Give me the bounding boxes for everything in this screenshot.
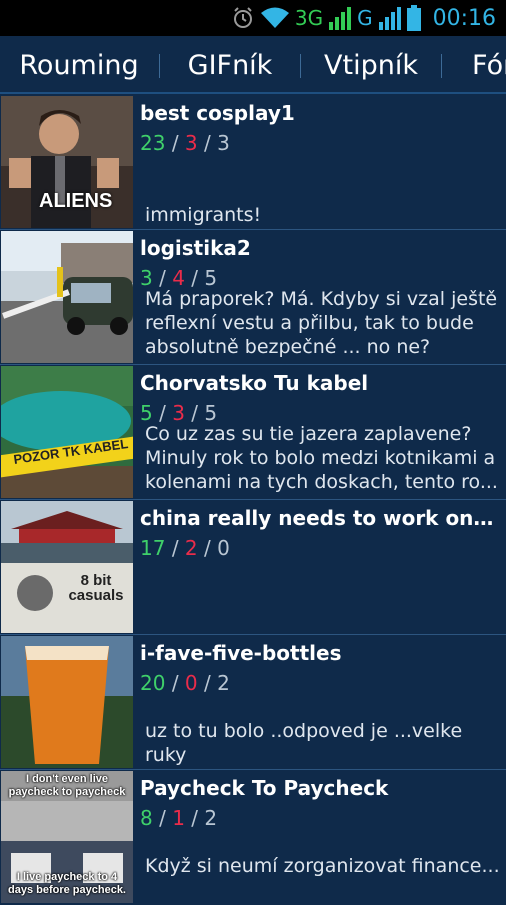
upvote-count: 17	[140, 536, 166, 560]
item-title: i-fave-five-bottles	[140, 641, 342, 665]
signal-icon	[378, 6, 401, 30]
thumbnail-image: 8 bit casuals	[1, 501, 133, 633]
status-bar: 3G G 00:16	[0, 0, 506, 36]
downvote-count: 0	[184, 671, 198, 695]
item-title: best cosplay1	[140, 101, 295, 125]
list-item[interactable]: 8 bit casuals china really needs to work…	[0, 500, 506, 635]
tab-gifnik[interactable]: GIFník	[160, 36, 300, 92]
list-item[interactable]: i-fave-five-bottles 20 / 0 / 2 uz to tu …	[0, 635, 506, 770]
network-type-3g: 3G	[294, 6, 324, 30]
comment-count: 2	[217, 671, 230, 695]
comment-count: 3	[217, 131, 230, 155]
vote-stats: 20 / 0 / 2	[140, 671, 230, 695]
alarm-icon	[231, 6, 255, 30]
thumbnail-image: I don't even live paycheck to paycheck I…	[1, 771, 133, 903]
item-title: logistika2	[140, 236, 251, 260]
item-description: Co uz zas su tie jazera zaplavene? Minul…	[145, 423, 498, 493]
item-title: Chorvatsko Tu kabel	[140, 371, 369, 395]
signal-icon	[329, 6, 352, 30]
thumbnail-image: ALIENS	[1, 96, 133, 228]
item-description: Má praporek? Má. Kdyby si vzal ještě ref…	[145, 288, 498, 358]
tab-label: Rouming	[19, 49, 139, 81]
thumbnail-image	[1, 636, 133, 768]
thumbnail-caption: 8 bit casuals	[68, 572, 124, 604]
downvote-count: 2	[184, 536, 198, 560]
downvote-count: 1	[172, 806, 185, 830]
item-description: uz to tu bolo ..odpoved je ...velke ruky	[145, 720, 463, 766]
comment-count: 0	[217, 536, 230, 560]
vote-stats: 17 / 2 / 0	[140, 536, 230, 560]
thumbnail-caption-bottom: I live paycheck to 4 days before paychec…	[7, 871, 126, 896]
comment-count: 2	[204, 806, 218, 830]
tab-label: Vtipník	[324, 49, 418, 81]
tab-forum[interactable]: Fór	[442, 36, 506, 92]
downvote-count: 3	[184, 131, 198, 155]
clock: 00:16	[432, 5, 496, 31]
list-item[interactable]: logistika2 3 / 4 / 5 Má praporek? Má. Kd…	[0, 230, 506, 365]
list-item[interactable]: I don't even live paycheck to paycheck I…	[0, 770, 506, 905]
item-description: immigrants!	[145, 204, 262, 226]
upvote-count: 23	[140, 131, 166, 155]
thumbnail-image: POZOR TK KABEL	[1, 366, 133, 498]
thumbnail-caption: ALIENS	[39, 190, 113, 212]
thumbnail-caption-top: I don't even live paycheck to paycheck	[8, 773, 126, 798]
item-description: Když si neumí zorganizovat finance...	[145, 855, 500, 877]
vote-stats: 23 / 3 / 3	[140, 131, 230, 155]
battery-icon	[406, 5, 421, 31]
upvote-count: 20	[140, 671, 166, 695]
wifi-icon	[260, 6, 289, 30]
thumbnail-image	[1, 231, 133, 363]
network-type-g: G	[357, 6, 373, 30]
list-item[interactable]: POZOR TK KABEL Chorvatsko Tu kabel 5 / 3…	[0, 365, 506, 500]
tab-bar: Rouming GIFník Vtipník Fór	[0, 36, 506, 94]
item-title: china really needs to work on their…	[140, 506, 496, 530]
upvote-count: 8	[140, 806, 153, 830]
tab-vtipnik[interactable]: Vtipník	[301, 36, 441, 92]
post-list: ALIENS best cosplay1 23 / 3 / 3 immigran…	[0, 95, 506, 905]
list-item[interactable]: ALIENS best cosplay1 23 / 3 / 3 immigran…	[0, 95, 506, 230]
tab-label: GIFník	[187, 49, 273, 81]
tab-rouming[interactable]: Rouming	[0, 36, 158, 92]
vote-stats: 8 / 1 / 2	[140, 806, 218, 830]
item-title: Paycheck To Paycheck	[140, 776, 389, 800]
tab-label: Fór	[472, 49, 506, 81]
